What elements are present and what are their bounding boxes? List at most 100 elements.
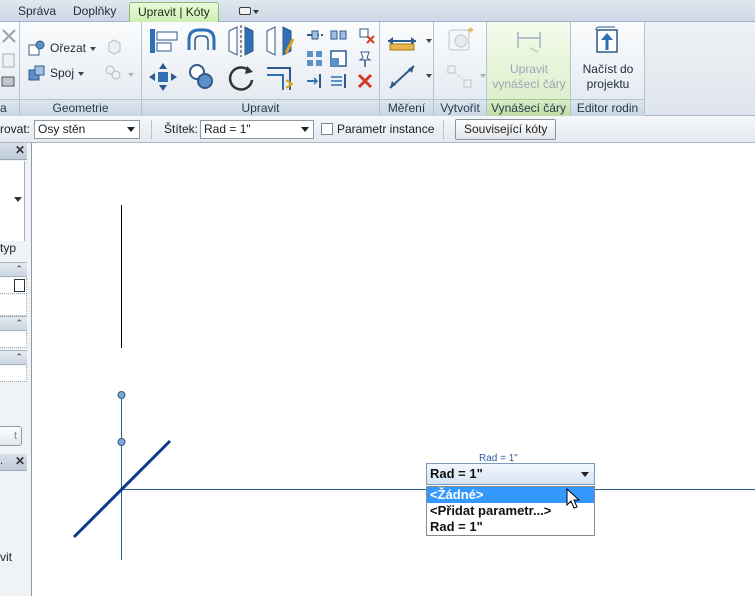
align-icon[interactable] <box>148 26 180 56</box>
grip-handle[interactable] <box>117 391 126 399</box>
reference-combo[interactable]: Osy stěn <box>34 120 140 139</box>
type-selector[interactable] <box>0 161 25 241</box>
property-row <box>0 295 27 316</box>
unpin-icon[interactable] <box>356 26 376 44</box>
label-label: Štítek: <box>164 122 199 136</box>
panel-create: Vytvořit <box>434 22 487 116</box>
trim-extend-corner-icon[interactable] <box>264 62 294 92</box>
tab-manage[interactable]: Správa <box>10 2 64 22</box>
offset-icon[interactable] <box>186 26 218 56</box>
drawing-canvas[interactable] <box>33 143 755 596</box>
edit-witness-lines-line2: vynášecí čáry <box>492 77 566 91</box>
cut-icon <box>28 40 45 56</box>
edit-type-label[interactable]: typ <box>0 241 16 255</box>
chevron-down-icon <box>426 74 432 78</box>
collapse-group-icon[interactable]: ⌃ <box>0 262 27 277</box>
chevron-down-icon <box>90 46 97 51</box>
panel-toggle-icon <box>239 7 251 15</box>
chevron-down-icon <box>301 127 309 132</box>
close-icon[interactable]: ✕ <box>15 143 25 157</box>
create-group-icon-disabled[interactable] <box>446 26 476 56</box>
cut-geometry-icon[interactable] <box>1 28 17 44</box>
rotate-icon[interactable] <box>226 62 256 92</box>
create-similar-icon-disabled[interactable] <box>446 64 476 90</box>
tab-modify-dimensions[interactable]: Upravit | Kóty <box>129 2 219 22</box>
delete-icon[interactable] <box>356 72 374 90</box>
panel-label-modify: Upravit <box>142 99 379 116</box>
measure-between-icon[interactable] <box>386 30 418 52</box>
chevron-down-icon <box>78 71 85 76</box>
paste-icon[interactable] <box>2 52 16 68</box>
chevron-down-icon <box>127 127 135 132</box>
join-label: Spoj <box>50 66 75 80</box>
label-combo[interactable]: Rad = 1" <box>200 120 314 139</box>
aligned-dimension-icon[interactable] <box>386 62 418 92</box>
witness-lines-icon <box>517 32 541 53</box>
array-icon[interactable] <box>306 50 324 68</box>
tab-addins[interactable]: Doplňky <box>65 2 124 22</box>
grip-handle[interactable] <box>117 438 126 446</box>
panel-label-geometry: Geometrie <box>20 99 141 116</box>
edit-witness-lines-line1: Upravit <box>509 62 548 76</box>
label-dropdown-value: Rad = 1" <box>430 466 483 481</box>
properties-header: ✕ <box>0 143 27 160</box>
chevron-down-icon <box>581 472 589 477</box>
pin-icon[interactable] <box>356 50 374 68</box>
copy-icon[interactable] <box>186 62 216 92</box>
reference-label: rovat: <box>0 122 31 136</box>
disabled-split-icon <box>105 65 121 80</box>
panel-label-family-editor: Editor rodin <box>571 99 644 116</box>
panel-partial-left: a <box>0 22 20 116</box>
close-icon[interactable]: ✕ <box>15 454 25 468</box>
scale-icon[interactable] <box>330 50 348 68</box>
property-row <box>0 278 27 294</box>
canvas-drawing <box>72 205 755 560</box>
ribbon: a Ořezat Spoj Geometrie Upravit Měření V… <box>0 22 755 116</box>
browser-item-text[interactable]: vit <box>0 550 12 564</box>
trim-extend-multiple-icon[interactable] <box>330 73 348 89</box>
match-type-icon[interactable] <box>1 74 17 88</box>
ribbon-empty-area <box>645 22 755 116</box>
chevron-down-icon <box>253 10 259 14</box>
instance-parameter-checkbox[interactable] <box>321 123 333 135</box>
load-into-project-button[interactable]: Načíst do projektu <box>571 22 645 98</box>
join-icon <box>28 65 45 81</box>
panel-label-witness-lines: Vynášecí čáry <box>487 99 570 116</box>
mirror-pick-axis-icon[interactable] <box>226 25 256 57</box>
related-dimensions-button[interactable]: Související kóty <box>455 119 557 140</box>
panel-modify: Upravit <box>142 22 380 116</box>
cut-button[interactable]: Ořezat <box>50 41 97 55</box>
reference-value: Osy stěn <box>38 122 86 136</box>
mirror-draw-axis-icon[interactable] <box>264 25 294 57</box>
load-into-project-line1: Načíst do <box>582 62 634 76</box>
join-button[interactable]: Spoj <box>50 66 85 80</box>
header-fragment: . <box>0 455 4 467</box>
load-into-project-label: Načíst do projektu <box>570 62 646 92</box>
label-value: Rad = 1" <box>204 122 251 136</box>
panel-label-clipboard: a <box>0 99 19 116</box>
chevron-down-icon <box>426 39 432 43</box>
panel-geometry: Ořezat Spoj Geometrie <box>20 22 142 116</box>
panel-label-measure: Měření <box>380 99 433 116</box>
cut-label: Ořezat <box>50 41 87 55</box>
split-with-gap-icon[interactable] <box>330 27 348 43</box>
chevron-down-icon <box>480 74 486 78</box>
ribbon-display-toggle[interactable] <box>233 2 263 22</box>
panel-label-create: Vytvořit <box>434 99 486 116</box>
label-dropdown[interactable]: Rad = 1" <box>426 463 595 485</box>
property-row <box>0 332 27 348</box>
apply-button[interactable]: t <box>0 426 22 446</box>
instance-parameter-label: Parametr instance <box>337 122 435 136</box>
collapse-group-icon[interactable]: ⌃ <box>0 316 27 331</box>
split-element-icon[interactable] <box>306 27 324 43</box>
property-checkbox[interactable] <box>14 279 25 292</box>
edit-witness-lines-button[interactable]: Upravit vynášecí čáry <box>487 22 571 98</box>
collapse-group-icon[interactable]: ⌃ <box>0 350 27 365</box>
load-into-project-line2: projektu <box>586 77 630 91</box>
panel-measure: Měření <box>380 22 434 116</box>
dropdown-option-rad[interactable]: Rad = 1" <box>427 519 594 535</box>
panel-witness-lines: Upravit vynášecí čáry Vynášecí čáry <box>487 22 571 116</box>
properties-palette: ✕ typ ⌃ ⌃ ⌃ t . ✕ vit <box>0 143 32 596</box>
trim-extend-single-icon[interactable] <box>306 73 324 89</box>
move-icon[interactable] <box>148 62 178 92</box>
